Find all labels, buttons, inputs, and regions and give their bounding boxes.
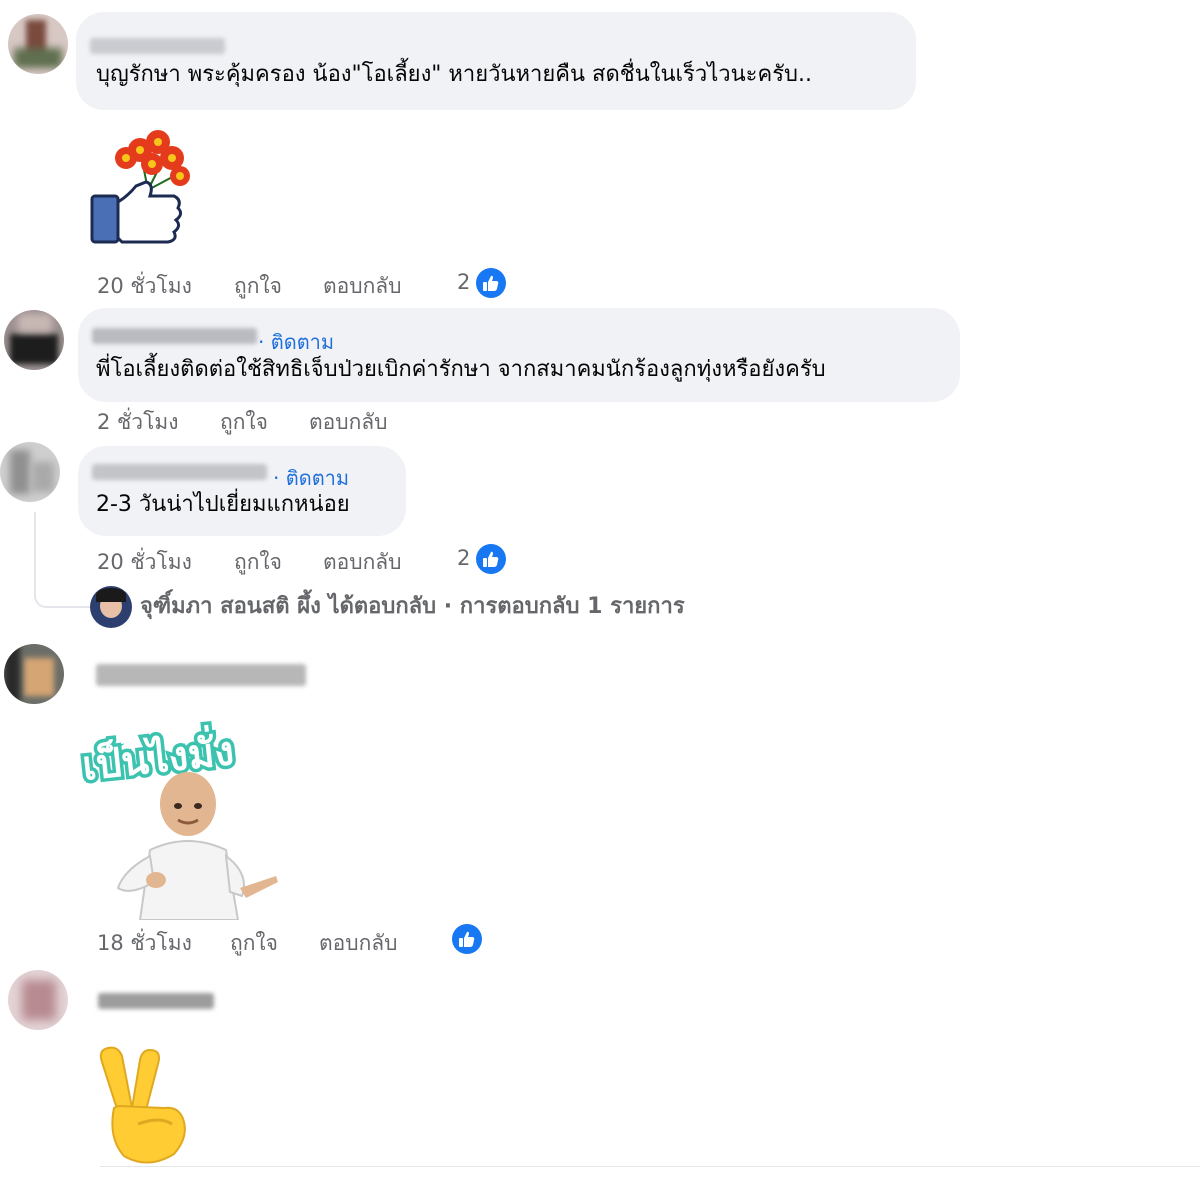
follow-link-2[interactable]: · ติดตาม bbox=[258, 326, 334, 358]
reply-link-2[interactable]: ตอบกลับ bbox=[309, 406, 388, 439]
comment-text-1: บุญรักษา พระคุ้มครอง น้อง"โอเลี้ยง" หายว… bbox=[96, 62, 812, 87]
commenter-name-blurred-1[interactable] bbox=[90, 38, 225, 54]
commenter-name-blurred-4[interactable] bbox=[96, 664, 306, 686]
comment-text-3: 2-3 วันน่าไปเยี่ยมแกหน่อย bbox=[96, 492, 350, 517]
like-thumbs-up-icon[interactable] bbox=[476, 544, 506, 574]
reply-thread-line bbox=[34, 512, 92, 608]
reaction-count-1[interactable]: 2 bbox=[457, 270, 470, 294]
bottom-divider bbox=[100, 1166, 1200, 1167]
like-thumbs-up-icon[interactable] bbox=[452, 924, 482, 954]
reaction-count-3[interactable]: 2 bbox=[457, 546, 470, 570]
like-link-3[interactable]: ถูกใจ bbox=[234, 546, 282, 579]
comment-meta-3: 20 ชั่วโมง ถูกใจ ตอบกลับ 2 bbox=[97, 546, 517, 576]
comment-time-3[interactable]: 20 ชั่วโมง bbox=[97, 546, 192, 579]
flower-thumbs-up-sticker bbox=[90, 130, 190, 244]
commenter-name-blurred-2[interactable] bbox=[92, 328, 257, 344]
commenter-name-blurred-3[interactable] bbox=[92, 464, 267, 480]
reply-link-3[interactable]: ตอบกลับ bbox=[323, 546, 402, 579]
comment-time-2[interactable]: 2 ชั่วโมง bbox=[97, 406, 178, 439]
comment-text-2: พี่โอเลี้ยงติดต่อใช้สิทธิเจ็บป่วยเบิกค่า… bbox=[96, 357, 826, 382]
like-link-1[interactable]: ถูกใจ bbox=[234, 270, 282, 303]
commenter-avatar-3[interactable] bbox=[0, 442, 60, 502]
comment-time-1[interactable]: 20 ชั่วโมง bbox=[97, 270, 192, 303]
victory-hand-icon bbox=[99, 1046, 186, 1164]
commenter-name-blurred-5[interactable] bbox=[98, 993, 214, 1009]
reply-summary-text[interactable]: จุฑิ์มภา สอนสติ ผึ้ง ได้ตอบกลับ · การตอบ… bbox=[140, 592, 685, 622]
like-link-2[interactable]: ถูกใจ bbox=[220, 406, 268, 439]
replier-avatar bbox=[90, 586, 132, 628]
commenter-avatar-5[interactable] bbox=[8, 970, 68, 1030]
comment-meta-4: 18 ชั่วโมง ถูกใจ ตอบกลับ bbox=[97, 927, 457, 957]
like-thumbs-up-icon[interactable] bbox=[476, 268, 506, 298]
commenter-avatar-1[interactable] bbox=[8, 14, 68, 74]
reply-link-1[interactable]: ตอบกลับ bbox=[323, 270, 402, 303]
commenter-avatar-2[interactable] bbox=[4, 310, 64, 370]
bald-man-pointing-sticker: เป็นไงมั่ง bbox=[77, 710, 290, 925]
like-link-4[interactable]: ถูกใจ bbox=[230, 927, 278, 960]
commenter-avatar-4[interactable] bbox=[4, 644, 64, 704]
comment-time-4[interactable]: 18 ชั่วโมง bbox=[97, 927, 192, 960]
comment-meta-2: 2 ชั่วโมง ถูกใจ ตอบกลับ bbox=[97, 406, 457, 436]
comment-meta-1: 20 ชั่วโมง ถูกใจ ตอบกลับ 2 bbox=[97, 270, 517, 300]
reply-link-4[interactable]: ตอบกลับ bbox=[319, 927, 398, 960]
